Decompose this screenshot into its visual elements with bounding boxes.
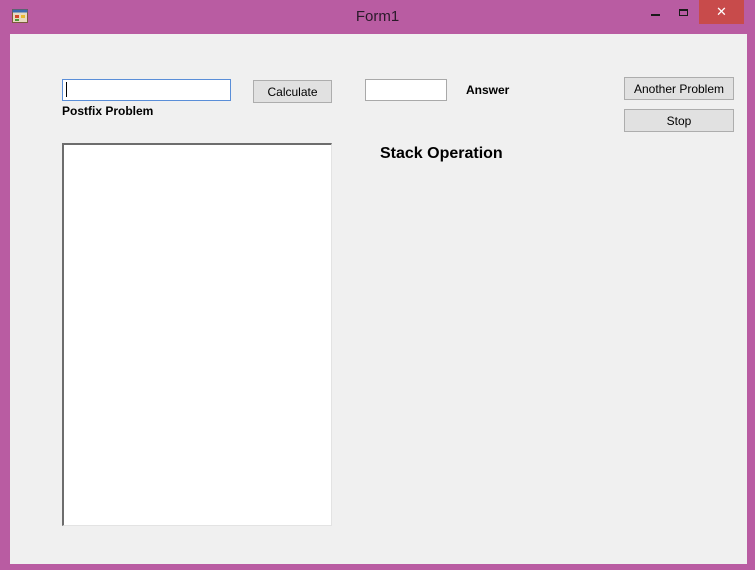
postfix-problem-label: Postfix Problem <box>62 104 154 118</box>
maximize-button[interactable] <box>670 0 697 24</box>
close-button[interactable]: ✕ <box>699 0 744 24</box>
minimize-icon <box>651 14 660 16</box>
text-caret <box>66 82 67 97</box>
calculate-button[interactable]: Calculate <box>253 80 332 103</box>
close-icon: ✕ <box>716 4 727 20</box>
stop-button[interactable]: Stop <box>624 109 734 132</box>
minimize-button[interactable] <box>642 0 669 24</box>
answer-label: Answer <box>466 83 510 97</box>
title-bar[interactable]: Form1 ✕ <box>0 0 755 34</box>
stack-listbox[interactable] <box>62 143 332 526</box>
maximize-icon <box>679 8 688 16</box>
postfix-problem-input[interactable] <box>62 79 231 101</box>
form-client-area: Postfix Problem Calculate Answer Another… <box>10 34 747 564</box>
another-problem-button[interactable]: Another Problem <box>624 77 734 100</box>
stack-operation-label: Stack Operation <box>380 145 503 162</box>
answer-input[interactable] <box>365 79 447 101</box>
form1-window: Form1 ✕ Postfix Problem Calculate Answer… <box>0 0 755 570</box>
